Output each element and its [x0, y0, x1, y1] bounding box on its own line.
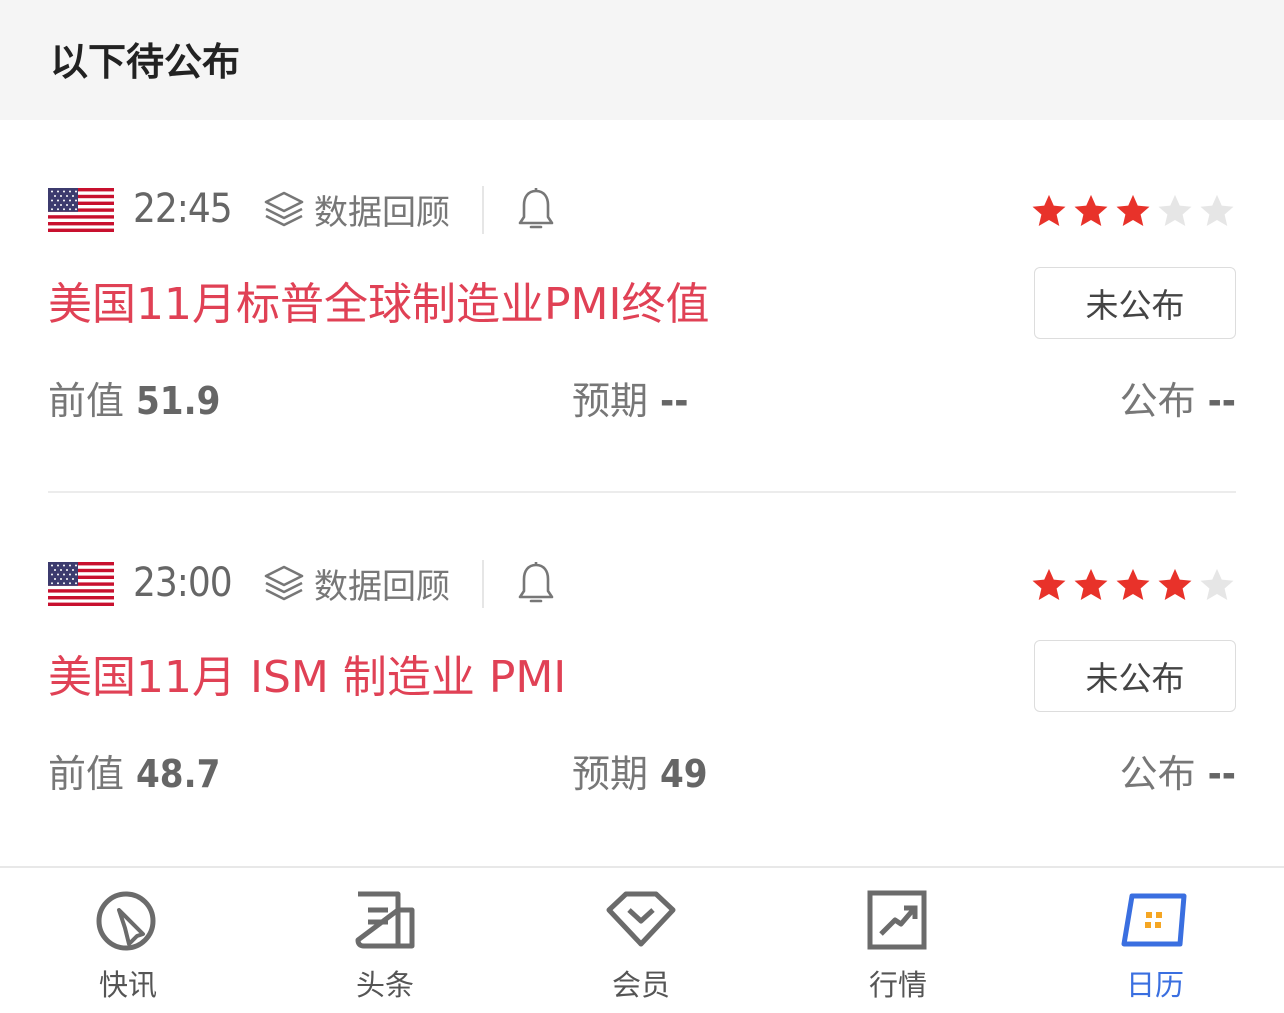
data-review-button[interactable]: 数据回顾	[262, 186, 450, 233]
forecast-label: 预期	[572, 379, 649, 423]
tab-headlines[interactable]: 头条	[257, 868, 513, 1013]
data-review-label: 数据回顾	[314, 192, 450, 233]
data-review-button[interactable]: 数据回顾	[262, 560, 450, 607]
section-title: 以下待公布	[50, 40, 241, 84]
star-empty-icon	[1200, 194, 1234, 227]
event-title[interactable]: 美国11月 ISM 制造业 PMI	[48, 648, 566, 708]
actual-label: 公布	[1119, 752, 1196, 796]
star-filled-icon	[1158, 568, 1192, 601]
forecast-number: 49	[660, 752, 708, 796]
bell-icon[interactable]	[516, 186, 556, 238]
tab-label: 快讯	[98, 968, 157, 1002]
forecast-number: --	[660, 379, 689, 423]
actual-number: --	[1207, 752, 1236, 796]
actual-label: 公布	[1119, 379, 1196, 423]
star-filled-icon	[1074, 194, 1108, 227]
calendar-icon	[1121, 893, 1187, 947]
previous-value: 前值 48.7	[48, 749, 220, 799]
tab-label: 日历	[1125, 968, 1184, 1002]
star-filled-icon	[1032, 194, 1066, 227]
tab-label: 行情	[868, 968, 927, 1002]
star-filled-icon	[1032, 568, 1066, 601]
forecast-value: 预期 49	[572, 749, 708, 799]
star-filled-icon	[1116, 194, 1150, 227]
trend-chart-icon	[867, 890, 927, 950]
tab-flash-news[interactable]: 快讯	[0, 868, 256, 1013]
tab-label: 会员	[611, 968, 670, 1002]
event-title[interactable]: 美国11月标普全球制造业PMI终值	[48, 275, 709, 335]
previous-label: 前值	[48, 752, 125, 796]
event-card[interactable]: 23:00 数据回顾 美国11月 ISM 制造业 PMI 未公布 前值 48.7 …	[0, 493, 1284, 865]
layers-icon	[264, 191, 304, 227]
event-time: 23:00	[133, 560, 233, 606]
tab-calendar[interactable]: 日历	[1027, 868, 1283, 1013]
diamond-icon	[606, 891, 676, 947]
star-filled-icon	[1074, 568, 1108, 601]
tab-label: 头条	[355, 968, 414, 1002]
bottom-tab-bar: 快讯 头条 会员 行情 日历	[0, 866, 1284, 1013]
layers-icon	[264, 565, 304, 601]
bell-icon[interactable]	[516, 560, 556, 612]
forecast-value: 预期 --	[572, 376, 688, 426]
status-button[interactable]: 未公布	[1034, 640, 1236, 712]
star-empty-icon	[1158, 194, 1192, 227]
status-button[interactable]: 未公布	[1034, 267, 1236, 339]
actual-number: --	[1207, 379, 1236, 423]
flash-news-icon	[96, 891, 156, 951]
forecast-label: 预期	[572, 752, 649, 796]
importance-stars	[1030, 192, 1236, 230]
previous-label: 前值	[48, 379, 125, 423]
importance-stars	[1030, 566, 1236, 604]
newspaper-icon	[355, 891, 415, 949]
event-card[interactable]: 22:45 数据回顾 美国11月标普全球制造业PMI终值 未公布 前值 51.9 …	[0, 120, 1284, 492]
event-time: 22:45	[133, 186, 233, 232]
previous-value: 前值 51.9	[48, 376, 220, 426]
actual-value: 公布 --	[1120, 749, 1236, 799]
divider	[482, 186, 484, 234]
tab-membership[interactable]: 会员	[513, 868, 769, 1013]
divider	[482, 560, 484, 608]
section-header: 以下待公布	[0, 0, 1284, 120]
tab-market[interactable]: 行情	[770, 868, 1026, 1013]
previous-number: 48.7	[136, 752, 221, 796]
previous-number: 51.9	[136, 379, 221, 423]
us-flag-icon	[48, 562, 114, 606]
data-review-label: 数据回顾	[314, 566, 450, 607]
star-empty-icon	[1200, 568, 1234, 601]
us-flag-icon	[48, 188, 114, 232]
star-filled-icon	[1116, 568, 1150, 601]
actual-value: 公布 --	[1120, 376, 1236, 426]
